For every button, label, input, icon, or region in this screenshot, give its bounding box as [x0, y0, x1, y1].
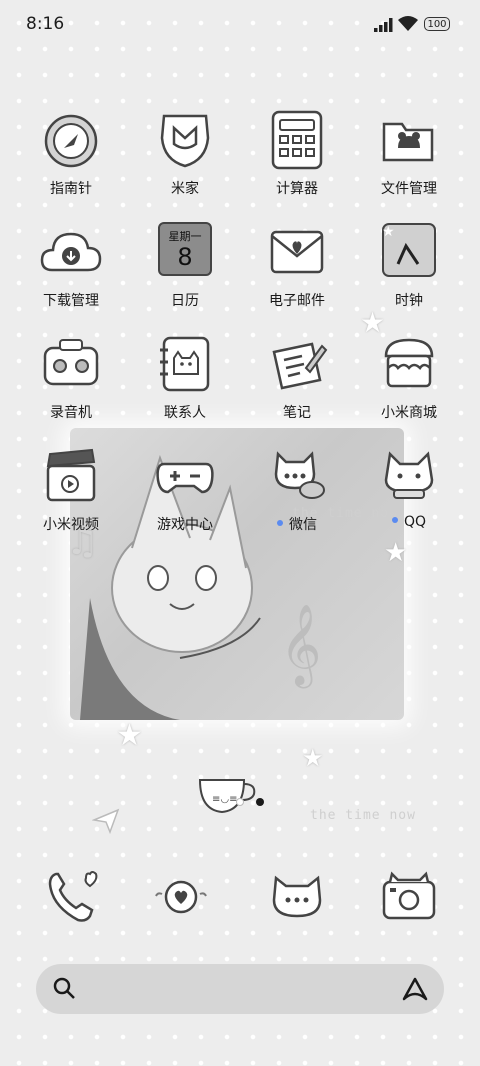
- app-compass[interactable]: 指南针: [16, 110, 126, 218]
- svg-text:𝄞: 𝄞: [280, 603, 321, 688]
- notification-badge: [391, 517, 398, 523]
- contacts-book-icon: [160, 336, 210, 392]
- teacup-sticker-icon: ≡◡≡: [198, 779, 256, 814]
- app-label: 文件管理: [381, 181, 437, 197]
- search-bar[interactable]: [36, 964, 444, 1014]
- app-label: 指南针: [50, 181, 92, 197]
- app-label: 电子邮件: [269, 293, 325, 309]
- app-clock[interactable]: ★ 时钟: [354, 222, 464, 330]
- phone-icon[interactable]: [42, 866, 104, 928]
- notification-badge: [277, 520, 283, 526]
- qq-cat-icon: [384, 451, 434, 499]
- app-contacts[interactable]: 联系人: [130, 334, 240, 442]
- envelope-icon: [270, 230, 324, 274]
- clock-icon: ★: [382, 223, 436, 277]
- calendar-weekday: 星期一: [168, 230, 202, 243]
- notes-pencil-icon: [272, 342, 328, 390]
- app-calendar[interactable]: 星期一 8 日历: [130, 222, 240, 330]
- star-decoration: ★: [302, 744, 324, 772]
- tape-recorder-icon: [43, 339, 99, 386]
- status-time: 8:16: [26, 14, 65, 34]
- clapperboard-icon: [46, 448, 96, 502]
- calendar-icon: 星期一 8: [158, 222, 212, 276]
- app-calculator[interactable]: 计算器: [242, 110, 352, 218]
- app-wechat[interactable]: 微信: [242, 446, 352, 554]
- app-mi-store[interactable]: 小米商城: [354, 334, 464, 442]
- app-label: 联系人: [164, 405, 206, 421]
- star-decoration: ★: [116, 718, 143, 753]
- wechat-chat-icon: [274, 451, 325, 499]
- app-mi-video[interactable]: 小米视频: [16, 446, 126, 554]
- wifi-icon: [398, 16, 418, 31]
- app-label: 米家: [171, 181, 199, 197]
- app-notes[interactable]: 笔记: [242, 334, 352, 442]
- camera-icon[interactable]: [378, 866, 440, 928]
- app-label-text: QQ: [403, 514, 427, 530]
- store-icon: [384, 338, 434, 388]
- app-label: 计算器: [276, 181, 318, 197]
- app-email[interactable]: 电子邮件: [242, 222, 352, 330]
- svg-text:≡◡≡: ≡◡≡: [212, 794, 237, 805]
- app-qq[interactable]: QQ: [354, 446, 464, 554]
- app-label: 时钟: [395, 293, 423, 309]
- heart-bubble-icon[interactable]: [150, 866, 212, 928]
- search-icon[interactable]: [52, 976, 78, 1002]
- mijia-icon: [160, 114, 210, 168]
- app-label: 游戏中心: [157, 517, 213, 533]
- app-label: 下载管理: [43, 293, 99, 309]
- paper-plane-decoration: [92, 808, 120, 834]
- app-game-center[interactable]: 游戏中心: [130, 446, 240, 554]
- app-recorder[interactable]: 录音机: [16, 334, 126, 442]
- app-mijia[interactable]: 米家: [130, 110, 240, 218]
- app-label: 小米商城: [381, 405, 437, 421]
- message-bubble-icon[interactable]: [266, 866, 328, 928]
- gamepad-icon: [156, 462, 214, 494]
- calculator-icon: [271, 110, 323, 170]
- assistant-icon[interactable]: [400, 975, 430, 1003]
- battery-icon: 100: [424, 17, 450, 31]
- page-indicator-dot[interactable]: [236, 798, 244, 806]
- page-indicator-dot-active[interactable]: [256, 798, 264, 806]
- app-label: 笔记: [283, 405, 311, 421]
- app-label-text: 微信: [289, 517, 317, 533]
- app-file-manager[interactable]: 文件管理: [354, 110, 464, 218]
- svg-text:★: ★: [382, 224, 395, 240]
- app-label: 微信: [242, 514, 352, 534]
- app-download-manager[interactable]: 下载管理: [16, 222, 126, 330]
- app-label: 日历: [171, 293, 199, 309]
- status-bar: 8:16 100: [0, 0, 480, 50]
- app-label: 录音机: [50, 405, 92, 421]
- signal-icon: [374, 18, 393, 32]
- compass-icon: [44, 114, 98, 168]
- calendar-day: 8: [177, 243, 193, 271]
- app-label: 小米视频: [43, 517, 99, 533]
- folder-icon: [382, 122, 434, 162]
- app-label: QQ: [354, 514, 464, 530]
- watermark-text-2: the time now: [310, 808, 416, 823]
- cloud-download-icon: [40, 232, 102, 272]
